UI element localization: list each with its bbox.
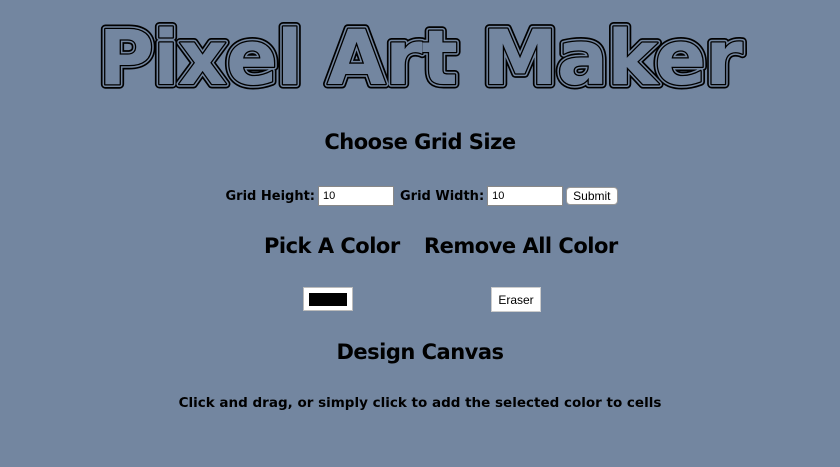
page-title: Pixel Art Maker Pixel Art Maker Pixel Ar… [0, 8, 840, 99]
design-canvas-heading: Design Canvas [336, 340, 504, 364]
svg-text:Pixel Art Maker: Pixel Art Maker [98, 13, 743, 98]
page-title-graphic: Pixel Art Maker Pixel Art Maker Pixel Ar… [94, 9, 749, 99]
pick-color-heading: Pick A Color [264, 234, 400, 258]
grid-width-label: Grid Width: [400, 188, 485, 204]
remove-color-heading: Remove All Color [424, 234, 618, 258]
grid-height-input[interactable] [318, 186, 394, 206]
color-swatch [309, 292, 347, 306]
grid-size-form: Grid Height: Grid Width: Submit [0, 186, 840, 206]
eraser-button[interactable]: Eraser [491, 287, 541, 312]
color-picker[interactable] [303, 287, 353, 311]
canvas-instructions: Click and drag, or simply click to add t… [178, 395, 662, 411]
grid-height-label: Grid Height: [225, 188, 316, 204]
grid-size-heading: Choose Grid Size [324, 130, 516, 154]
submit-button[interactable]: Submit [566, 187, 618, 205]
grid-width-input[interactable] [487, 186, 564, 206]
